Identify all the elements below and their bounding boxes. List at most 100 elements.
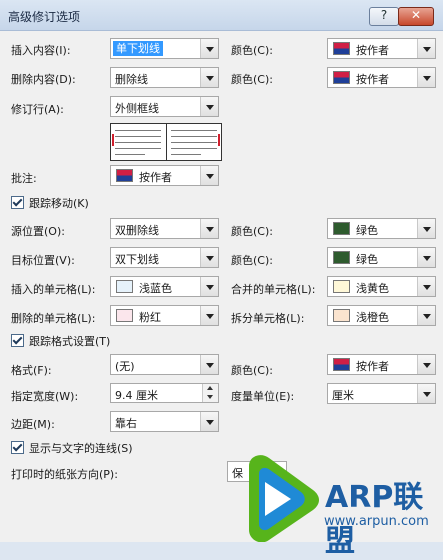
chevron-down-icon <box>200 68 218 87</box>
preview-line <box>171 142 217 143</box>
chevron-down-icon <box>417 306 435 325</box>
insertions-dropdown[interactable]: 单下划线 <box>110 38 219 59</box>
show-lines-label: 显示与文字的连线(S) <box>29 442 133 455</box>
moved-to-value: 双下划线 <box>115 253 159 266</box>
changed-lines-label: 修订行(A): <box>11 103 64 116</box>
preview-right-page <box>166 124 221 160</box>
chevron-down-icon <box>417 384 435 403</box>
spin-down-icon[interactable] <box>203 393 218 402</box>
preview-line <box>115 136 161 137</box>
insertions-color-label: 颜色(C): <box>231 44 273 57</box>
inserted-cells-label: 插入的单元格(L): <box>11 283 96 296</box>
changed-lines-dropdown[interactable]: 外侧框线 <box>110 96 219 117</box>
formatting-color-value: 按作者 <box>356 360 389 373</box>
deleted-cells-label: 删除的单元格(L): <box>11 312 96 325</box>
chevron-down-icon <box>200 277 218 296</box>
change-bar-marker <box>112 134 114 146</box>
author-color-swatch <box>333 358 350 371</box>
moved-to-color-dropdown[interactable]: 绿色 <box>327 247 436 268</box>
margin-label: 边距(M): <box>11 418 55 431</box>
width-value: 9.4 厘米 <box>115 389 158 402</box>
preview-left-page <box>111 124 165 160</box>
inserted-cells-value: 浅蓝色 <box>139 282 172 295</box>
merged-cells-dropdown[interactable]: 浅黄色 <box>327 276 436 297</box>
merged-cells-label: 合并的单元格(L): <box>231 283 316 296</box>
title-bar: 高级修订选项 ? ✕ <box>0 0 443 31</box>
light-blue-swatch <box>116 280 133 293</box>
moved-from-dropdown[interactable]: 双删除线 <box>110 218 219 239</box>
changed-lines-value: 外侧框线 <box>115 102 159 115</box>
width-spinner[interactable]: 9.4 厘米 <box>110 383 219 403</box>
comments-color-value: 按作者 <box>139 171 172 184</box>
deletions-dropdown[interactable]: 删除线 <box>110 67 219 88</box>
preview-line <box>171 136 217 137</box>
moved-to-color-label: 颜色(C): <box>231 254 273 267</box>
moved-from-label: 源位置(O): <box>11 225 65 238</box>
formatting-color-dropdown[interactable]: 按作者 <box>327 354 436 375</box>
preview-line <box>115 142 161 143</box>
measure-unit-dropdown[interactable]: 厘米 <box>327 383 436 404</box>
watermark-url: www.arpun.com <box>324 514 429 529</box>
formatting-label: 格式(F): <box>11 364 52 377</box>
deletions-value: 删除线 <box>115 73 148 86</box>
insertions-color-dropdown[interactable]: 按作者 <box>327 38 436 59</box>
chevron-down-icon <box>417 277 435 296</box>
deletions-color-dropdown[interactable]: 按作者 <box>327 67 436 88</box>
margin-dropdown[interactable]: 靠右 <box>110 411 219 432</box>
preview-line <box>171 154 201 155</box>
formatting-color-label: 颜色(C): <box>231 364 273 377</box>
moved-from-color-label: 颜色(C): <box>231 225 273 238</box>
split-cells-value: 浅橙色 <box>356 311 389 324</box>
paper-orientation-value: 保 <box>232 467 243 480</box>
deletions-color-label: 颜色(C): <box>231 73 273 86</box>
comments-label: 批注: <box>11 172 37 185</box>
chevron-down-icon <box>417 355 435 374</box>
pink-swatch <box>116 309 133 322</box>
chevron-down-icon <box>417 39 435 58</box>
chevron-down-icon <box>417 68 435 87</box>
help-button[interactable]: ? <box>369 7 399 26</box>
margin-value: 靠右 <box>115 417 137 430</box>
chevron-down-icon <box>417 248 435 267</box>
split-cells-dropdown[interactable]: 浅橙色 <box>327 305 436 326</box>
inserted-cells-dropdown[interactable]: 浅蓝色 <box>110 276 219 297</box>
show-lines-checkbox[interactable] <box>11 441 24 454</box>
preview-line <box>171 148 217 149</box>
green-color-swatch <box>333 222 350 235</box>
split-cells-label: 拆分单元格(L): <box>231 312 305 325</box>
preview-line <box>115 130 161 131</box>
comments-color-dropdown[interactable]: 按作者 <box>110 165 219 186</box>
paper-orientation-label: 打印时的纸张方向(P): <box>11 468 118 481</box>
chevron-down-icon <box>200 355 218 374</box>
insertions-value: 单下划线 <box>113 41 163 56</box>
author-color-swatch <box>116 169 133 182</box>
chevron-down-icon <box>200 39 218 58</box>
measure-unit-label: 度量单位(E): <box>231 390 295 403</box>
change-bar-marker <box>218 134 220 146</box>
deletions-label: 删除内容(D): <box>11 73 76 86</box>
width-label: 指定宽度(W): <box>11 390 79 403</box>
track-moves-label: 跟踪移动(K) <box>29 197 89 210</box>
window-title: 高级修订选项 <box>8 10 81 24</box>
moved-from-color-value: 绿色 <box>356 224 378 237</box>
author-color-swatch <box>333 42 350 55</box>
light-orange-swatch <box>333 309 350 322</box>
moved-to-label: 目标位置(V): <box>11 254 75 267</box>
deleted-cells-dropdown[interactable]: 粉红 <box>110 305 219 326</box>
moved-from-color-dropdown[interactable]: 绿色 <box>327 218 436 239</box>
author-color-swatch <box>333 71 350 84</box>
chevron-down-icon <box>200 248 218 267</box>
spin-up-icon[interactable] <box>203 384 218 393</box>
track-formatting-checkbox[interactable] <box>11 334 24 347</box>
insertions-label: 插入内容(I): <box>11 44 71 57</box>
formatting-dropdown[interactable]: (无) <box>110 354 219 375</box>
moved-to-dropdown[interactable]: 双下划线 <box>110 247 219 268</box>
spinner-buttons <box>202 384 218 402</box>
chevron-down-icon <box>200 219 218 238</box>
chevron-down-icon <box>200 306 218 325</box>
preview-line <box>115 154 145 155</box>
chevron-down-icon <box>200 97 218 116</box>
track-moves-checkbox[interactable] <box>11 196 24 209</box>
merged-cells-value: 浅黄色 <box>356 282 389 295</box>
close-button[interactable]: ✕ <box>398 7 434 26</box>
